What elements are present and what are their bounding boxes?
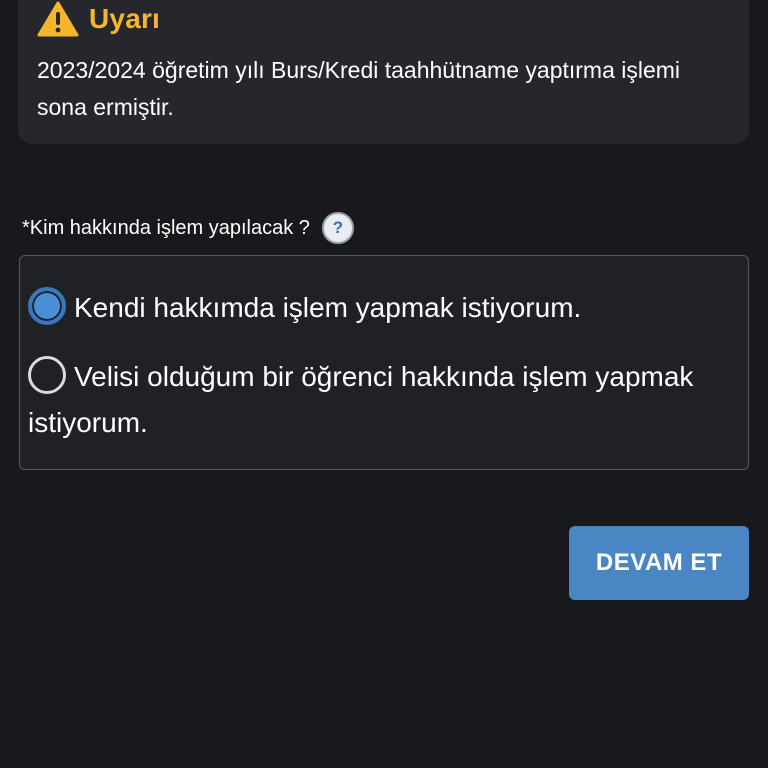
warning-triangle-icon <box>37 1 79 37</box>
radio-selected-icon[interactable] <box>28 286 66 325</box>
continue-button[interactable]: DEVAM ET <box>569 526 749 600</box>
option-self-label: Kendi hakkımda işlem yapmak istiyorum. <box>74 292 582 323</box>
option-guardian-label: Velisi olduğum bir öğrenci hakkında işle… <box>28 361 694 438</box>
alert-header: Uyarı <box>37 0 160 38</box>
help-button[interactable]: ? <box>321 212 354 244</box>
radio-unselected-icon[interactable] <box>28 355 66 394</box>
alert-message: 2023/2024 öğretim yılı Burs/Kredi taahhü… <box>37 57 681 120</box>
option-self[interactable]: Kendi hakkımda işlem yapmak istiyorum. <box>28 285 748 331</box>
question-row: *Kim hakkında işlem yapılacak ? ? <box>22 208 354 248</box>
question-mark-icon: ? <box>332 218 344 237</box>
option-guardian[interactable]: Velisi olduğum bir öğrenci hakkında işle… <box>28 354 748 446</box>
question-label: *Kim hakkında işlem yapılacak ? <box>22 216 310 239</box>
alert-title: Uyarı <box>89 3 161 34</box>
warning-alert: Uyarı 2023/2024 öğretim yılı Burs/Kredi … <box>18 0 749 144</box>
